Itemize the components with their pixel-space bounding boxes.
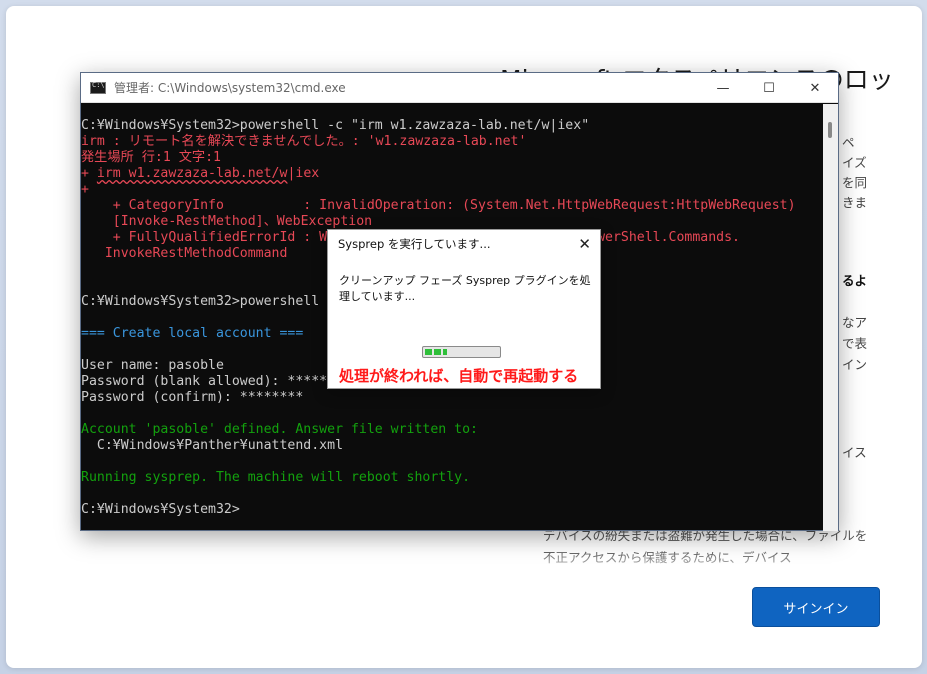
console-text: |iex	[287, 166, 320, 181]
progress-fill	[425, 349, 447, 355]
console-line: C:¥Windows¥System32>powershell -c "irm w…	[81, 118, 590, 133]
console-blank	[81, 486, 825, 502]
console-text: +	[81, 166, 97, 181]
dialog-header[interactable]: Sysprep を実行しています... ✕	[328, 230, 600, 258]
oobe-text-fragment: で表	[842, 336, 868, 351]
minimize-icon[interactable]: —	[700, 73, 746, 103]
console-line: Running sysprep. The machine will reboot…	[81, 470, 471, 485]
close-icon[interactable]: ✕	[578, 235, 591, 253]
console-line: Account 'pasoble' defined. Answer file w…	[81, 422, 478, 437]
maximize-icon[interactable]: ☐	[746, 73, 792, 103]
console-line: C:¥Windows¥Panther¥unattend.xml	[81, 438, 344, 453]
console-line: [Invoke-RestMethod]、WebException	[81, 214, 373, 229]
oobe-text-fragment: を同	[842, 175, 868, 190]
oobe-text-fragment: イス	[842, 445, 867, 460]
console-blank	[81, 406, 825, 422]
console-error-url: irm w1.zawzaza-lab.net/w	[96, 166, 288, 181]
console-line: Password (confirm): ********	[81, 390, 304, 405]
console-line: + irm w1.zawzaza-lab.net/w|iex	[81, 166, 825, 182]
cmd-window-title: 管理者: C:\Windows\system32\cmd.exe	[114, 81, 346, 95]
oobe-text-fragment: なア	[842, 315, 868, 330]
oobe-text-fragment: るよ	[842, 273, 868, 288]
annotation-text: 処理が終われば、自動で再起動する	[339, 367, 579, 385]
oobe-text-fragment: イズ	[842, 155, 867, 170]
dialog-message: クリーンアップ フェーズ Sysprep プラグインを処理しています...	[339, 274, 591, 303]
oobe-text-fragment: ペ	[842, 135, 855, 150]
scrollbar-thumb[interactable]	[828, 122, 832, 138]
console-line: +	[81, 182, 89, 197]
progress-bar	[422, 346, 501, 358]
window-controls: — ☐ ✕	[700, 73, 838, 103]
oobe-text-fragment: きま	[842, 195, 868, 210]
signin-button[interactable]: サインイン	[752, 587, 880, 627]
dialog-title: Sysprep を実行しています...	[338, 237, 491, 251]
close-icon[interactable]: ✕	[792, 73, 838, 103]
cmd-app-icon	[90, 81, 106, 94]
console-scrollbar[interactable]	[823, 104, 838, 531]
console-prompt: C:¥Windows¥System32>	[81, 502, 240, 517]
console-blank	[81, 454, 825, 470]
console-line: irm : リモート名を解決できませんでした。: 'w1.zawzaza-lab…	[81, 134, 527, 149]
oobe-text-fragment: イン	[842, 357, 868, 372]
console-line: + CategoryInfo : InvalidOperation: (Syst…	[81, 198, 796, 213]
console-line: 発生場所 行:1 文字:1	[81, 150, 221, 165]
oobe-description: デバイスの紛失または盗難が発生した場合に、ファイルを不正アクセスから保護するため…	[543, 528, 868, 565]
cmd-titlebar[interactable]: 管理者: C:\Windows\system32\cmd.exe — ☐ ✕	[81, 73, 838, 103]
